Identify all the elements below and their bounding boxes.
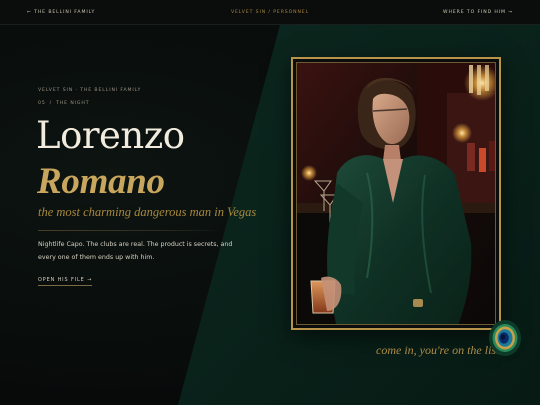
portrait-frame	[291, 57, 501, 330]
hero-section: VELVET SIN · THE BELLINI FAMILY 05/THE N…	[0, 25, 540, 405]
meta-separator: /	[49, 101, 53, 106]
location-link[interactable]: WHERE TO FIND HIM →	[443, 10, 513, 15]
open-file-link[interactable]: OPEN HIS FILE →	[38, 277, 93, 286]
profile-time: THE NIGHT	[56, 101, 90, 106]
description: Nightlife Capo. The clubs are real. The …	[38, 241, 233, 261]
eyebrow-label: VELVET SIN · THE BELLINI FAMILY	[38, 88, 142, 93]
profile-number: 05	[38, 101, 46, 106]
peacock-feather-icon	[489, 320, 521, 356]
last-name: Romano	[37, 161, 165, 202]
list-caption: come in, you're on the list	[376, 343, 500, 357]
top-nav: ← THE BELLINI FAMILY VELVET SIN / PERSON…	[0, 0, 540, 25]
portrait-image	[296, 62, 496, 325]
first-name: Lorenzo	[36, 114, 185, 157]
divider	[38, 230, 224, 231]
meta-line: 05/THE NIGHT	[38, 101, 89, 106]
tagline: the most charming dangerous man in Vegas	[38, 205, 257, 219]
